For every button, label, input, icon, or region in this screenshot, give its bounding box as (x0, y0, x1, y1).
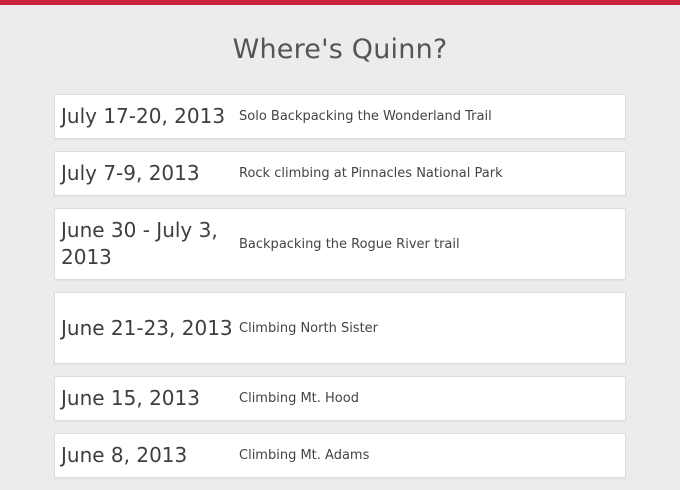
trip-date: July 17-20, 2013 (61, 104, 226, 128)
page-title: Where's Quinn? (232, 34, 448, 65)
trip-description: Rock climbing at Pinnacles National Park (239, 166, 503, 181)
trip-description: Climbing Mt. Hood (239, 391, 359, 406)
trip-description: Climbing Mt. Adams (239, 448, 370, 463)
trip-date: June 30 - July 3, 2013 (61, 218, 218, 269)
trip-date: June 15, 2013 (61, 386, 200, 410)
trip-date: June 21-23, 2013 (61, 315, 233, 340)
trip-item: July 17-20, 2013 Solo Backpacking the Wo… (54, 94, 626, 139)
trip-description: Solo Backpacking the Wonderland Trail (239, 109, 492, 124)
trip-item: July 7-9, 2013 Rock climbing at Pinnacle… (54, 151, 626, 196)
trip-item: June 15, 2013 Climbing Mt. Hood (54, 376, 626, 421)
trip-list: July 17-20, 2013 Solo Backpacking the Wo… (54, 94, 626, 490)
trip-date: June 8, 2013 (61, 443, 188, 467)
trip-item: June 8, 2013 Climbing Mt. Adams (54, 433, 626, 478)
top-accent-bar (0, 0, 680, 5)
trip-date: July 7-9, 2013 (61, 161, 200, 185)
trip-item: June 21-23, 2013 Climbing North Sister (54, 292, 626, 364)
trip-description: Backpacking the Rogue River trail (239, 236, 460, 252)
trip-item: June 30 - July 3, 2013 Backpacking the R… (54, 208, 626, 280)
trip-description: Climbing North Sister (239, 320, 379, 336)
